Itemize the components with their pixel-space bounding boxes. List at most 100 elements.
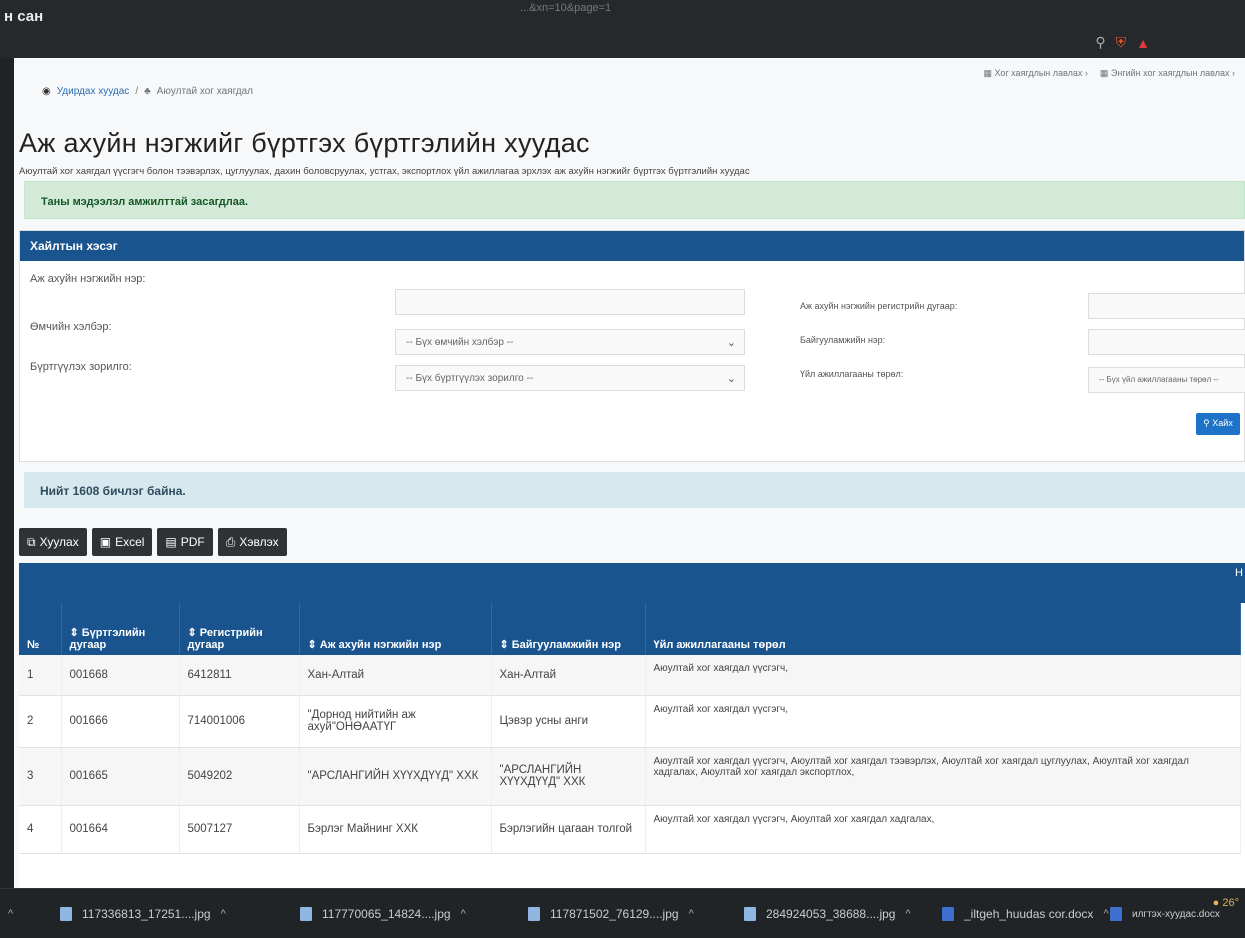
- chevron-down-icon: ⌄: [726, 337, 736, 349]
- download-item[interactable]: 117871502_76129....jpg ^: [528, 889, 694, 938]
- chevron-up-icon[interactable]: ^: [221, 908, 226, 920]
- org-name-label: Аж ахуйн нэгжийн нэр:: [30, 273, 146, 285]
- ownership-select-value: -- Бүх өмчийн хэлбэр --: [406, 337, 514, 348]
- col-header-facility[interactable]: ⇕ Байгууламжийн нэр: [491, 603, 646, 655]
- col-header-register[interactable]: ⇕ Регистрийн дугаар: [179, 603, 300, 655]
- chevron-up-icon[interactable]: ^: [689, 908, 694, 920]
- export-buttons: ⧉ Хуулах ▣ Excel ▤ PDF ⎙ Хэвлэх: [19, 528, 287, 556]
- cell-no: 1: [19, 655, 62, 696]
- breadcrumb: ◉ Удирдах хуудас / ♣ Аюултай хог хаягдал: [42, 86, 253, 97]
- printer-icon: ⎙: [225, 534, 236, 549]
- cell-registration: 001668: [61, 655, 180, 696]
- cell-no: 3: [19, 747, 62, 806]
- cell-activity: Аюултай хог хаягдал үүсгэгч, Аюултай хог…: [645, 805, 1241, 854]
- search-panel: Хайлтын хэсэг Аж ахуйн нэгжийн нэр: Өмчи…: [19, 230, 1245, 462]
- reg-no-label: Аж ахуйн нэгжийн регистрийн дугаар:: [800, 301, 958, 311]
- results-table: № ⇕ Бүртгэлийн дугаар ⇕ Регистрийн дугаа…: [19, 603, 1241, 854]
- chevron-up-icon[interactable]: ^: [1103, 908, 1108, 920]
- activity-select-value: -- Бүх үйл ажиллагааны төрөл --: [1099, 375, 1219, 384]
- toolbar-icons: ⚲ ⛨ ▲: [1095, 34, 1150, 51]
- purpose-label: Бүртгүүлэх зорилго:: [30, 361, 132, 373]
- activity-label: Үйл ажиллагааны төрөл:: [800, 369, 904, 379]
- ownership-select[interactable]: -- Бүх өмчийн хэлбэр -- ⌄: [395, 329, 745, 355]
- page-title: Аж ахуйн нэгжийг бүртгэх бүртгэлийн хууд…: [19, 128, 590, 158]
- print-button[interactable]: ⎙ Хэвлэх: [217, 528, 287, 556]
- search-panel-title: Хайлтын хэсэг: [20, 231, 1244, 261]
- facility-label: Байгууламжийн нэр:: [800, 335, 886, 345]
- activity-select[interactable]: -- Бүх үйл ажиллагааны төрөл --: [1088, 367, 1245, 393]
- download-bar-toggle[interactable]: ^: [8, 889, 13, 938]
- purpose-select-value: -- Бүх бүртгүүлэх зорилго --: [406, 373, 534, 384]
- bell-icon: ♣: [144, 86, 151, 97]
- top-link-general[interactable]: ▦ Энгийн хог хаягдлын лавлах ›: [1100, 68, 1235, 79]
- cell-activity: Аюултай хог хаягдал үүсгэгч, Аюултай хог…: [645, 747, 1241, 806]
- cell-facility: Хан-Алтай: [491, 655, 646, 696]
- cell-no: 2: [19, 695, 62, 748]
- results-table-wrap: Н № ⇕ Бүртгэлийн дугаар ⇕ Регистрийн дуг…: [19, 563, 1245, 888]
- table-top-band: Н: [19, 563, 1245, 603]
- pdf-icon: ▤: [165, 535, 177, 549]
- col-header-no: №: [19, 603, 62, 655]
- records-count: Нийт 1608 бичлэг байна.: [24, 472, 1245, 508]
- image-file-icon: [744, 907, 756, 921]
- weather-widget[interactable]: ● 26°: [1213, 897, 1239, 909]
- cell-org-name: Хан-Алтай: [299, 655, 492, 696]
- download-item[interactable]: 117336813_17251....jpg ^: [60, 889, 226, 938]
- cell-facility: Бэрлэгийн цагаан толгой: [491, 805, 646, 854]
- chevron-up-icon[interactable]: ^: [461, 908, 466, 920]
- download-item[interactable]: илгтэх-хуудас.docx: [1110, 889, 1220, 938]
- cell-register: 5007127: [179, 805, 300, 854]
- table-header-row: № ⇕ Бүртгэлийн дугаар ⇕ Регистрийн дугаа…: [19, 603, 1241, 655]
- purpose-select[interactable]: -- Бүх бүртгүүлэх зорилго -- ⌄: [395, 365, 745, 391]
- search-button[interactable]: ⚲ Хайх: [1196, 413, 1240, 435]
- download-item[interactable]: 117770065_14824....jpg ^: [300, 889, 466, 938]
- breadcrumb-current: Аюултай хог хаягдал: [156, 86, 254, 97]
- cell-org-name: "Дорнод нийтийн аж ахуй"ОНӨААТҮГ: [299, 695, 492, 748]
- page-content: ▦ Хог хаягдлын лавлах › ▦ Энгийн хог хая…: [14, 58, 1245, 888]
- table-row[interactable]: 4 001664 5007127 Бэрлэг Майнинг ХХК Бэрл…: [19, 805, 1241, 854]
- top-link-hazardous[interactable]: ▦ Хог хаягдлын лавлах ›: [983, 68, 1087, 79]
- col-header-org-name[interactable]: ⇕ Аж ахуйн нэгжийн нэр: [299, 603, 492, 655]
- word-file-icon: [1110, 907, 1122, 921]
- excel-button[interactable]: ▣ Excel: [91, 528, 153, 556]
- cell-no: 4: [19, 805, 62, 854]
- table-row[interactable]: 2 001666 714001006 "Дорнод нийтийн аж ах…: [19, 695, 1241, 748]
- cell-register: 6412811: [179, 655, 300, 696]
- dashboard-icon: ◉: [42, 86, 51, 97]
- word-file-icon: [942, 907, 954, 921]
- image-file-icon: [300, 907, 312, 921]
- excel-icon: ▣: [99, 535, 112, 549]
- breadcrumb-separator: /: [135, 86, 139, 97]
- cell-activity: Аюултай хог хаягдал үүсгэгч,: [645, 655, 1241, 696]
- col-header-activity: Үйл ажиллагааны төрөл: [645, 603, 1241, 655]
- search-icon[interactable]: ⚲: [1095, 34, 1105, 51]
- chevron-up-icon: ^: [8, 908, 14, 920]
- sun-icon: ●: [1212, 897, 1220, 909]
- copy-button[interactable]: ⧉ Хуулах: [19, 528, 87, 556]
- download-bar: ^ 117336813_17251....jpg ^ 117770065_148…: [0, 888, 1245, 938]
- alert-triangle-icon[interactable]: ▲: [1136, 35, 1150, 51]
- top-bar: н сан ...&xn=10&page=1 ⚲ ⛨ ▲: [0, 0, 1245, 58]
- cell-registration: 001664: [61, 805, 180, 854]
- brave-shield-icon[interactable]: ⛨: [1116, 34, 1127, 51]
- org-name-input[interactable]: [395, 289, 745, 315]
- download-item[interactable]: _iltgeh_huudas cor.docx ^: [942, 889, 1109, 938]
- ownership-label: Өмчийн хэлбэр:: [30, 321, 112, 333]
- cell-org-name: Бэрлэг Майнинг ХХК: [299, 805, 492, 854]
- facility-input[interactable]: [1088, 329, 1245, 355]
- app-title: н сан: [4, 8, 44, 25]
- image-file-icon: [60, 907, 72, 921]
- breadcrumb-home[interactable]: Удирдах хуудас: [57, 86, 130, 97]
- cell-facility: Цэвэр усны анги: [491, 695, 646, 748]
- pdf-button[interactable]: ▤ PDF: [157, 528, 213, 556]
- table-row[interactable]: 3 001665 5049202 "АРСЛАНГИЙН ХҮҮХДҮҮД" Х…: [19, 747, 1241, 806]
- download-item[interactable]: 284924053_38688....jpg ^: [744, 889, 911, 938]
- reg-no-input[interactable]: [1088, 293, 1245, 319]
- cell-activity: Аюултай хог хаягдал үүсгэгч,: [645, 695, 1241, 748]
- col-header-registration[interactable]: ⇕ Бүртгэлийн дугаар: [61, 603, 180, 655]
- table-row[interactable]: 1 001668 6412811 Хан-Алтай Хан-Алтай Аюу…: [19, 655, 1241, 696]
- success-alert: Таны мэдээлэл амжилттай засагдлаа.: [24, 181, 1245, 219]
- chevron-down-icon: ⌄: [726, 373, 736, 385]
- chevron-up-icon[interactable]: ^: [905, 908, 910, 920]
- search-button-label: Хайх: [1212, 418, 1233, 428]
